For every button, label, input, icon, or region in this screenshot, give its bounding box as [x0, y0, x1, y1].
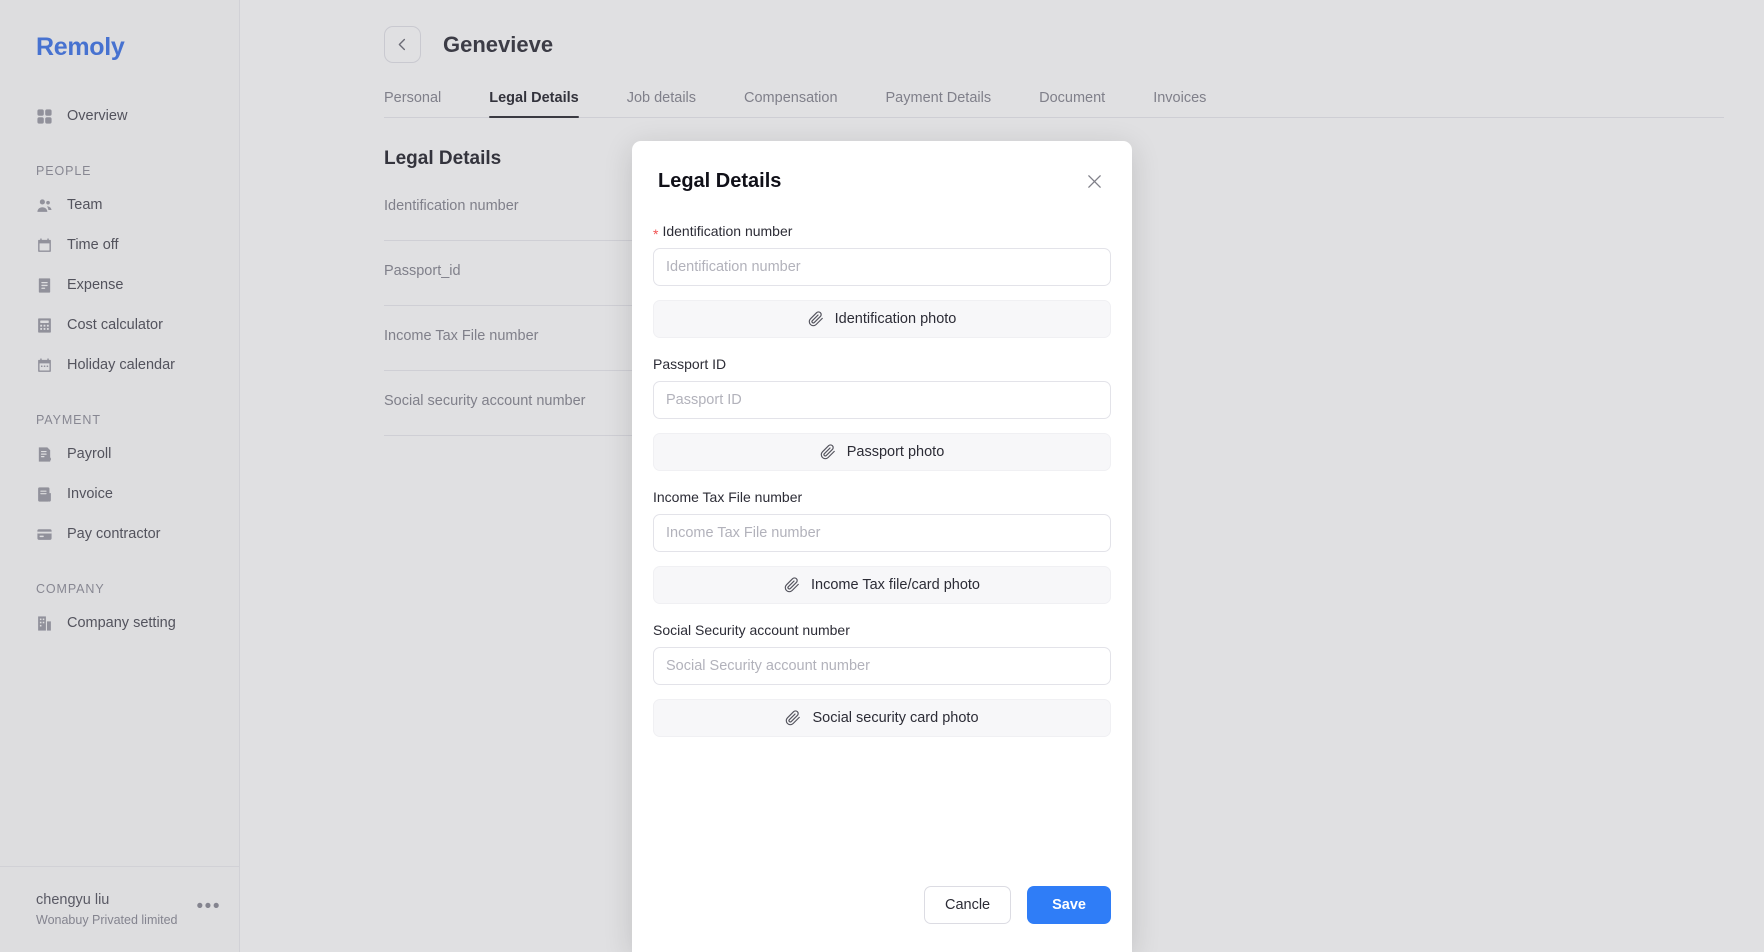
paperclip-icon — [785, 710, 801, 726]
passport-photo-button[interactable]: Passport photo — [653, 433, 1111, 471]
legal-details-modal: Legal Details * Identification number Id… — [632, 141, 1132, 952]
passport-id-input[interactable] — [653, 381, 1111, 419]
social-security-photo-button[interactable]: Social security card photo — [653, 699, 1111, 737]
identification-number-label: * Identification number — [653, 223, 1111, 242]
paperclip-icon — [808, 311, 824, 327]
close-icon[interactable] — [1082, 169, 1106, 193]
label-text: Identification number — [662, 223, 793, 239]
app-root: Remoly Overview PEOPLE Team Time off Exp… — [0, 0, 1764, 952]
label-text: Passport ID — [653, 356, 727, 372]
attach-label: Identification photo — [834, 311, 957, 327]
cancel-button[interactable]: Cancle — [923, 886, 1012, 924]
modal-header: Legal Details — [632, 141, 1132, 195]
paperclip-icon — [784, 577, 800, 593]
social-security-account-number-label: Social Security account number — [653, 622, 1111, 638]
save-button[interactable]: Save — [1027, 886, 1111, 924]
income-tax-photo-button[interactable]: Income Tax file/card photo — [653, 566, 1111, 604]
identification-number-input[interactable] — [653, 248, 1111, 286]
attach-label: Passport photo — [846, 444, 945, 460]
modal-footer: Cancle Save — [632, 886, 1132, 952]
social-security-account-number-input[interactable] — [653, 647, 1111, 685]
required-asterisk: * — [653, 226, 659, 242]
label-text: Social Security account number — [653, 622, 850, 638]
attach-label: Income Tax file/card photo — [811, 577, 980, 593]
modal-body: * Identification number Identification p… — [632, 195, 1132, 886]
income-tax-file-number-label: Income Tax File number — [653, 489, 1111, 505]
modal-title: Legal Details — [658, 170, 782, 192]
income-tax-file-number-input[interactable] — [653, 514, 1111, 552]
attach-label: Social security card photo — [812, 710, 979, 726]
paperclip-icon — [820, 444, 836, 460]
identification-photo-button[interactable]: Identification photo — [653, 300, 1111, 338]
passport-id-label: Passport ID — [653, 356, 1111, 372]
label-text: Income Tax File number — [653, 489, 803, 505]
